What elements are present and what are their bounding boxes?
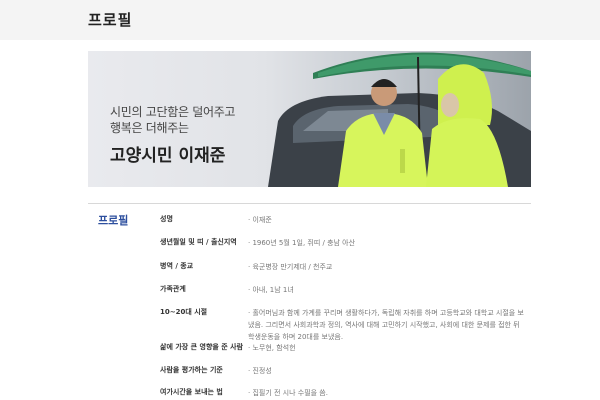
- page-title: 프로필: [88, 11, 133, 29]
- hero-slogan-line2: 행복은 더해주는: [110, 121, 189, 135]
- hero-slogan-line1: 시민의 고단함은 덜어주고: [110, 105, 236, 119]
- profile-row-label: 가족관계: [160, 285, 186, 293]
- section-divider: [88, 203, 531, 204]
- page-header: 프로필: [0, 0, 600, 40]
- profile-row-label: 10~20대 시절: [160, 308, 208, 316]
- profile-row-label: 성명: [160, 215, 173, 223]
- hero-name: 고양시민 이재준: [110, 146, 226, 166]
- profile-row-label: 여가시간을 보내는 법: [160, 388, 223, 396]
- profile-row-value: · 집필기 전 시나 수필을 씀.: [248, 389, 328, 397]
- profile-row-value: · 아내, 1남 1녀: [248, 286, 294, 294]
- profile-row-value: · 육군병장 만기제대 / 천주교: [248, 263, 333, 271]
- profile-row-label: 생년월일 및 띠 / 출신지역: [160, 238, 237, 246]
- profile-row-label: 삶에 가장 큰 영향을 준 사람: [160, 343, 244, 351]
- profile-row-label: 병역 / 종교: [160, 262, 194, 270]
- profile-row-value: · 홀어머님과 함께 가계를 꾸리며 생활하다가, 독립해 자취를 하며 고등학…: [248, 309, 524, 341]
- hero-banner: 시민의 고단함은 덜어주고 행복은 더해주는 고양시민 이재준: [88, 51, 531, 187]
- profile-section-title: 프로필: [98, 214, 129, 227]
- profile-row-value: · 진정성: [248, 367, 272, 375]
- profile-row-label: 사람을 평가하는 기준: [160, 366, 223, 374]
- profile-row-value: · 이재준: [248, 216, 272, 224]
- profile-row-value: · 노무현, 함석헌: [248, 344, 296, 352]
- profile-row-value: · 1960년 5월 1일, 쥐띠 / 충남 아산: [248, 239, 356, 247]
